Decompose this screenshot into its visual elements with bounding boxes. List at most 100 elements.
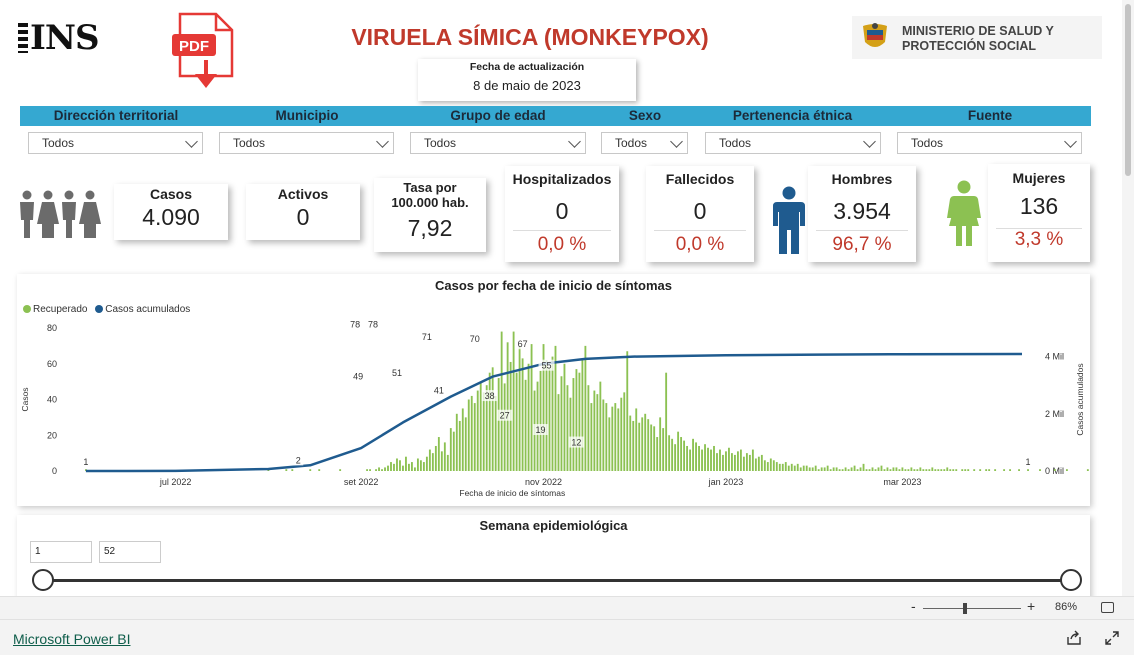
y2-axis-title: Casos acumulados [1075,363,1085,435]
line-casos-acumulados [85,352,1023,473]
bar-recuperado [937,469,940,471]
bar-recuperado [853,465,856,471]
y-tick-label: 60 [47,359,57,369]
people-icon [20,190,101,238]
fullscreen-icon[interactable] [1104,630,1120,646]
bar-recuperado [381,469,383,471]
bar-recuperado [692,438,694,471]
bar-recuperado [632,420,635,471]
kpi-tasa-card: Tasa por 100.000 hab. 7,92 [374,178,486,252]
bar-recuperado [629,415,632,471]
bar-recuperado [961,469,964,471]
bar-recuperado [557,394,560,471]
scrollbar-thumb[interactable] [1125,4,1131,176]
week-to-input[interactable]: 52 [99,541,161,563]
zoom-in-button[interactable]: + [1027,598,1035,614]
bar-recuperado [620,397,623,471]
bar-recuperado [644,413,647,471]
kpi-fallecidos-value: 0 [693,198,707,224]
bar-recuperado [994,469,997,471]
bar-recuperado [608,417,611,471]
y-axis-title: Casos [20,387,30,411]
bar-recuperado [925,469,928,471]
vertical-scrollbar[interactable] [1122,0,1134,596]
bar-recuperado [390,462,392,471]
bar-recuperado [1009,469,1012,471]
bar-recuperado [871,467,874,471]
kpi-hospitalizados-value: 0 [555,198,569,224]
bar-recuperado [760,454,763,471]
filter-label-etnia: Pertenencia étnica [732,108,853,123]
bar-recuperado [440,451,443,471]
kpi-tasa-value: 7,92 [407,215,453,241]
bar-recuperado [683,440,686,471]
filter-etnia-dropdown[interactable]: Todos [705,132,881,154]
bar-recuperado [946,467,949,471]
bar-recuperado [913,469,916,471]
data-label: 70 [470,334,480,344]
legend-item-recuperado[interactable]: Recuperado [23,304,87,315]
bar-recuperado [955,469,958,471]
bar-recuperado [814,465,817,471]
week-slider-track[interactable] [43,579,1073,582]
bar-recuperado [671,438,674,471]
kpi-activos-value: 0 [296,204,310,230]
update-date-card: Fecha de actualización 8 de maio de 2023 [418,59,636,101]
bar-recuperado [847,469,850,471]
filter-fuente-value: Todos [911,136,944,150]
bar-recuperado [416,458,419,471]
bar-recuperado [751,449,754,471]
filter-grupo-edad-dropdown[interactable]: Todos [410,132,586,154]
bar-recuperado [745,453,748,471]
bar-recuperado [399,460,401,471]
bar-recuperado [569,397,572,471]
legend-item-acumulados[interactable]: Casos acumulados [95,304,190,315]
data-label: 1 [83,457,88,467]
fit-to-page-icon[interactable] [1101,602,1114,613]
week-slider-start-handle[interactable] [32,569,54,591]
bar-recuperado [820,467,823,471]
bar-recuperado [889,469,892,471]
bar-recuperado [548,367,551,471]
filter-fuente-dropdown[interactable]: Todos [897,132,1082,154]
bar-recuperado [479,381,482,471]
bar-recuperado [892,467,895,471]
y2-tick-label: 4 Mil [1045,352,1064,362]
powerbi-link[interactable]: Microsoft Power BI [13,631,130,647]
zoom-slider-track[interactable] [923,608,1021,609]
filter-direccion-dropdown[interactable]: Todos [28,132,203,154]
bar-recuperado [464,417,467,471]
bar-recuperado [434,445,437,471]
bar-recuperado [467,399,470,471]
bar-recuperado [731,453,733,471]
bar-recuperado [470,395,473,471]
bar-recuperado [575,369,578,471]
bar-recuperado [590,403,593,471]
bar-recuperado [805,465,808,471]
data-label: 78 [350,320,360,330]
data-label: 1 [1026,457,1031,467]
bar-recuperado [844,467,847,471]
bar-recuperado [408,463,410,471]
kpi-divider [996,228,1082,229]
week-slider-end-handle[interactable] [1060,569,1082,591]
bar-recuperado [904,469,907,471]
y-tick-label: 0 [52,466,57,476]
bar-recuperado [736,451,739,471]
filter-etnia-value: Todos [719,136,752,150]
bar-recuperado [473,403,476,471]
report-canvas: INS PDF VIRUELA SÍMICA (MONKEYPOX) Fecha… [0,0,1134,596]
filter-label-sexo: Sexo [628,108,662,123]
filter-sexo-dropdown[interactable]: Todos [601,132,688,154]
bar-recuperado [823,467,826,471]
bar-recuperado [808,467,811,471]
pdf-download-button[interactable]: PDF [172,12,236,94]
zoom-out-button[interactable]: - [911,598,916,614]
bar-recuperado [883,469,886,471]
share-icon[interactable] [1066,630,1082,646]
week-from-input[interactable]: 1 [30,541,92,563]
cases-chart[interactable]: 0204060800 Mil2 Mil4 Miljul 2022 set 2022… [17,318,1090,506]
zoom-slider-handle[interactable] [963,603,967,614]
filter-municipio-dropdown[interactable]: Todos [219,132,394,154]
bar-recuperado [766,462,769,471]
